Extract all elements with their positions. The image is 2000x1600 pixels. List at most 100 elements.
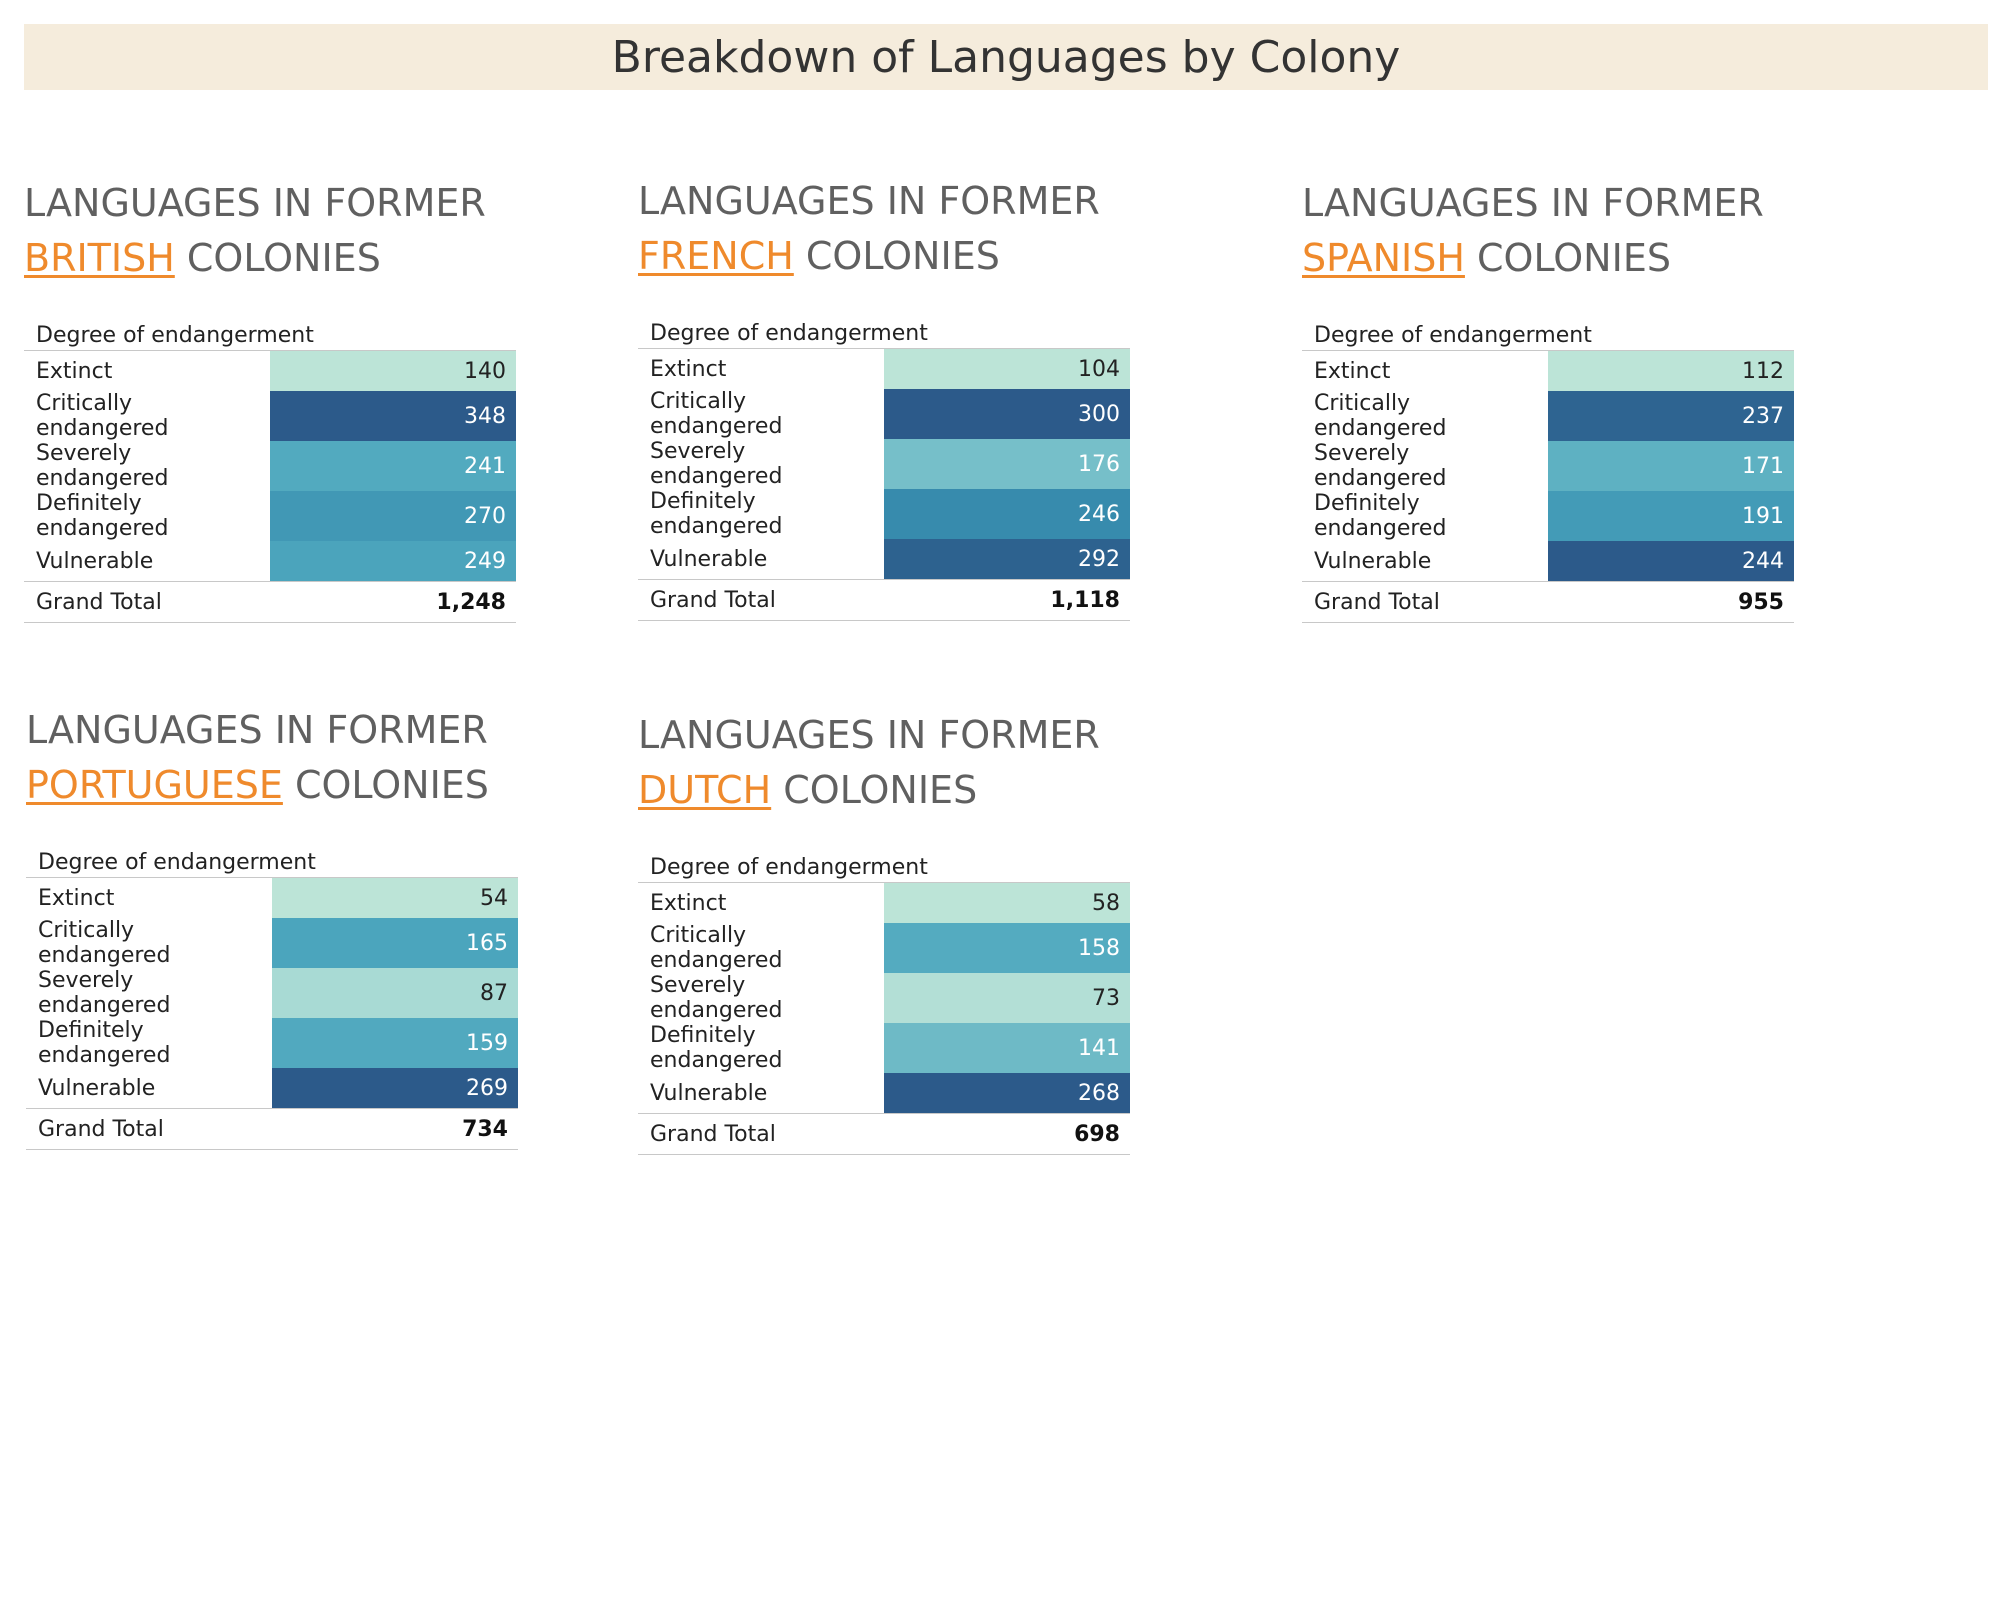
grand-total-label: Grand Total [638, 1113, 884, 1155]
grand-total-row: Grand Total 698 [638, 1113, 1130, 1155]
colony-name: PORTUGUESE [26, 763, 283, 807]
value-cell: 241 [270, 441, 516, 491]
grand-total-label: Grand Total [24, 581, 270, 623]
grand-total-label: Grand Total [1302, 581, 1548, 623]
panel-title-line1: LANGUAGES IN FORMER [24, 181, 486, 225]
category-label: Critically endangered [36, 391, 169, 441]
value-cell: 292 [884, 539, 1130, 580]
value-cell: 112 [1548, 350, 1794, 391]
category-label: Vulnerable [650, 1080, 768, 1106]
category-label: Definitely endangered [1314, 491, 1447, 541]
table-row: Extinct 140 [24, 350, 516, 391]
value-cell: 191 [1548, 491, 1794, 541]
table-row: Definitely endangered 159 [26, 1018, 518, 1068]
category-label: Critically endangered [1314, 391, 1447, 441]
table-row: Vulnerable 269 [26, 1068, 518, 1109]
table-row: Definitely endangered 270 [24, 491, 516, 541]
table-row: Definitely endangered 141 [638, 1023, 1130, 1073]
value-cell: 58 [884, 882, 1130, 923]
value-cell: 176 [884, 439, 1130, 489]
endangerment-table: Degree of endangerment Extinct 58 Criticall… [638, 846, 1130, 1155]
value-cell: 87 [272, 968, 518, 1018]
value-cell: 269 [272, 1068, 518, 1109]
grand-total-value: 1,118 [884, 579, 1130, 621]
table-row: Extinct 58 [638, 882, 1130, 923]
panel-title-line1: LANGUAGES IN FORMER [638, 179, 1100, 223]
grand-total-row: Grand Total 955 [1302, 581, 1794, 623]
category-label: Severely endangered [650, 973, 783, 1023]
column-header: Degree of endangerment [638, 846, 1130, 883]
table-row: Critically endangered 158 [638, 923, 1130, 973]
category-label: Vulnerable [36, 548, 154, 574]
category-label: Extinct [650, 356, 727, 382]
colony-name: SPANISH [1302, 236, 1465, 280]
table-row: Critically endangered 300 [638, 389, 1130, 439]
value-cell: 165 [272, 918, 518, 968]
category-label: Vulnerable [650, 546, 768, 572]
category-label: Extinct [650, 890, 727, 916]
page-title-bar: Breakdown of Languages by Colony [24, 24, 1988, 90]
endangerment-table: Degree of endangerment Extinct 112 Critical… [1302, 314, 1794, 623]
value-cell: 244 [1548, 541, 1794, 582]
value-cell: 159 [272, 1018, 518, 1068]
panel-title-suffix: COLONIES [174, 236, 381, 280]
table-row: Severely endangered 87 [26, 968, 518, 1018]
table-row: Extinct 104 [638, 348, 1130, 389]
table-row: Extinct 54 [26, 877, 518, 918]
category-label: Critically endangered [650, 923, 783, 973]
table-row: Vulnerable 249 [24, 541, 516, 582]
grand-total-value: 698 [884, 1113, 1130, 1155]
endangerment-table: Degree of endangerment Extinct 140 Critical… [24, 314, 516, 623]
grand-total-row: Grand Total 1,248 [24, 581, 516, 623]
category-label: Severely endangered [650, 439, 783, 489]
column-header: Degree of endangerment [26, 841, 518, 878]
panel-title-line2: DUTCH COLONIES [638, 763, 1138, 818]
category-label: Definitely endangered [36, 491, 169, 541]
value-cell: 268 [884, 1073, 1130, 1114]
table-row: Definitely endangered 191 [1302, 491, 1794, 541]
category-label: Severely endangered [38, 968, 171, 1018]
category-label: Critically endangered [38, 918, 171, 968]
panel-title-suffix: COLONIES [1464, 236, 1671, 280]
grand-total-label: Grand Total [26, 1108, 272, 1150]
grand-total-row: Grand Total 1,118 [638, 579, 1130, 621]
colony-panel-french: LANGUAGES IN FORMER FRENCH COLONIES Degree… [638, 174, 1138, 621]
grand-total-value: 955 [1548, 581, 1794, 623]
value-cell: 249 [270, 541, 516, 582]
grand-total-value: 734 [272, 1108, 518, 1150]
value-cell: 300 [884, 389, 1130, 439]
table-row: Severely endangered 241 [24, 441, 516, 491]
value-cell: 158 [884, 923, 1130, 973]
endangerment-table: Degree of endangerment Extinct 104 Critical… [638, 312, 1130, 621]
colony-panel-portuguese: LANGUAGES IN FORMER PORTUGUESE COLONIES De… [26, 703, 526, 1150]
colony-name: FRENCH [638, 234, 794, 278]
category-label: Vulnerable [1314, 548, 1432, 574]
colony-name: BRITISH [24, 236, 175, 280]
table-row: Severely endangered 73 [638, 973, 1130, 1023]
table-row: Vulnerable 268 [638, 1073, 1130, 1114]
value-cell: 270 [270, 491, 516, 541]
panel-title-line2: BRITISH COLONIES [24, 231, 524, 286]
table-row: Vulnerable 244 [1302, 541, 1794, 582]
category-label: Extinct [38, 885, 115, 911]
panel-title-line1: LANGUAGES IN FORMER [638, 713, 1100, 757]
value-cell: 54 [272, 877, 518, 918]
panel-title-line2: SPANISH COLONIES [1302, 231, 1802, 286]
value-cell: 348 [270, 391, 516, 441]
value-cell: 141 [884, 1023, 1130, 1073]
value-cell: 237 [1548, 391, 1794, 441]
category-label: Extinct [36, 358, 113, 384]
value-cell: 73 [884, 973, 1130, 1023]
column-header: Degree of endangerment [24, 314, 516, 351]
panel-title-line1: LANGUAGES IN FORMER [1302, 181, 1764, 225]
colony-panel-british: LANGUAGES IN FORMER BRITISH COLONIES Degre… [24, 176, 524, 623]
colony-panel-spanish: LANGUAGES IN FORMER SPANISH COLONIES Degre… [1302, 176, 1802, 623]
table-row: Critically endangered 237 [1302, 391, 1794, 441]
category-label: Severely endangered [36, 441, 169, 491]
endangerment-table: Degree of endangerment Extinct 54 Criticall… [26, 841, 518, 1150]
table-row: Extinct 112 [1302, 350, 1794, 391]
category-label: Definitely endangered [650, 1023, 783, 1073]
category-label: Vulnerable [38, 1075, 156, 1101]
page-title: Breakdown of Languages by Colony [611, 32, 1401, 83]
panel-title-line1: LANGUAGES IN FORMER [26, 708, 488, 752]
